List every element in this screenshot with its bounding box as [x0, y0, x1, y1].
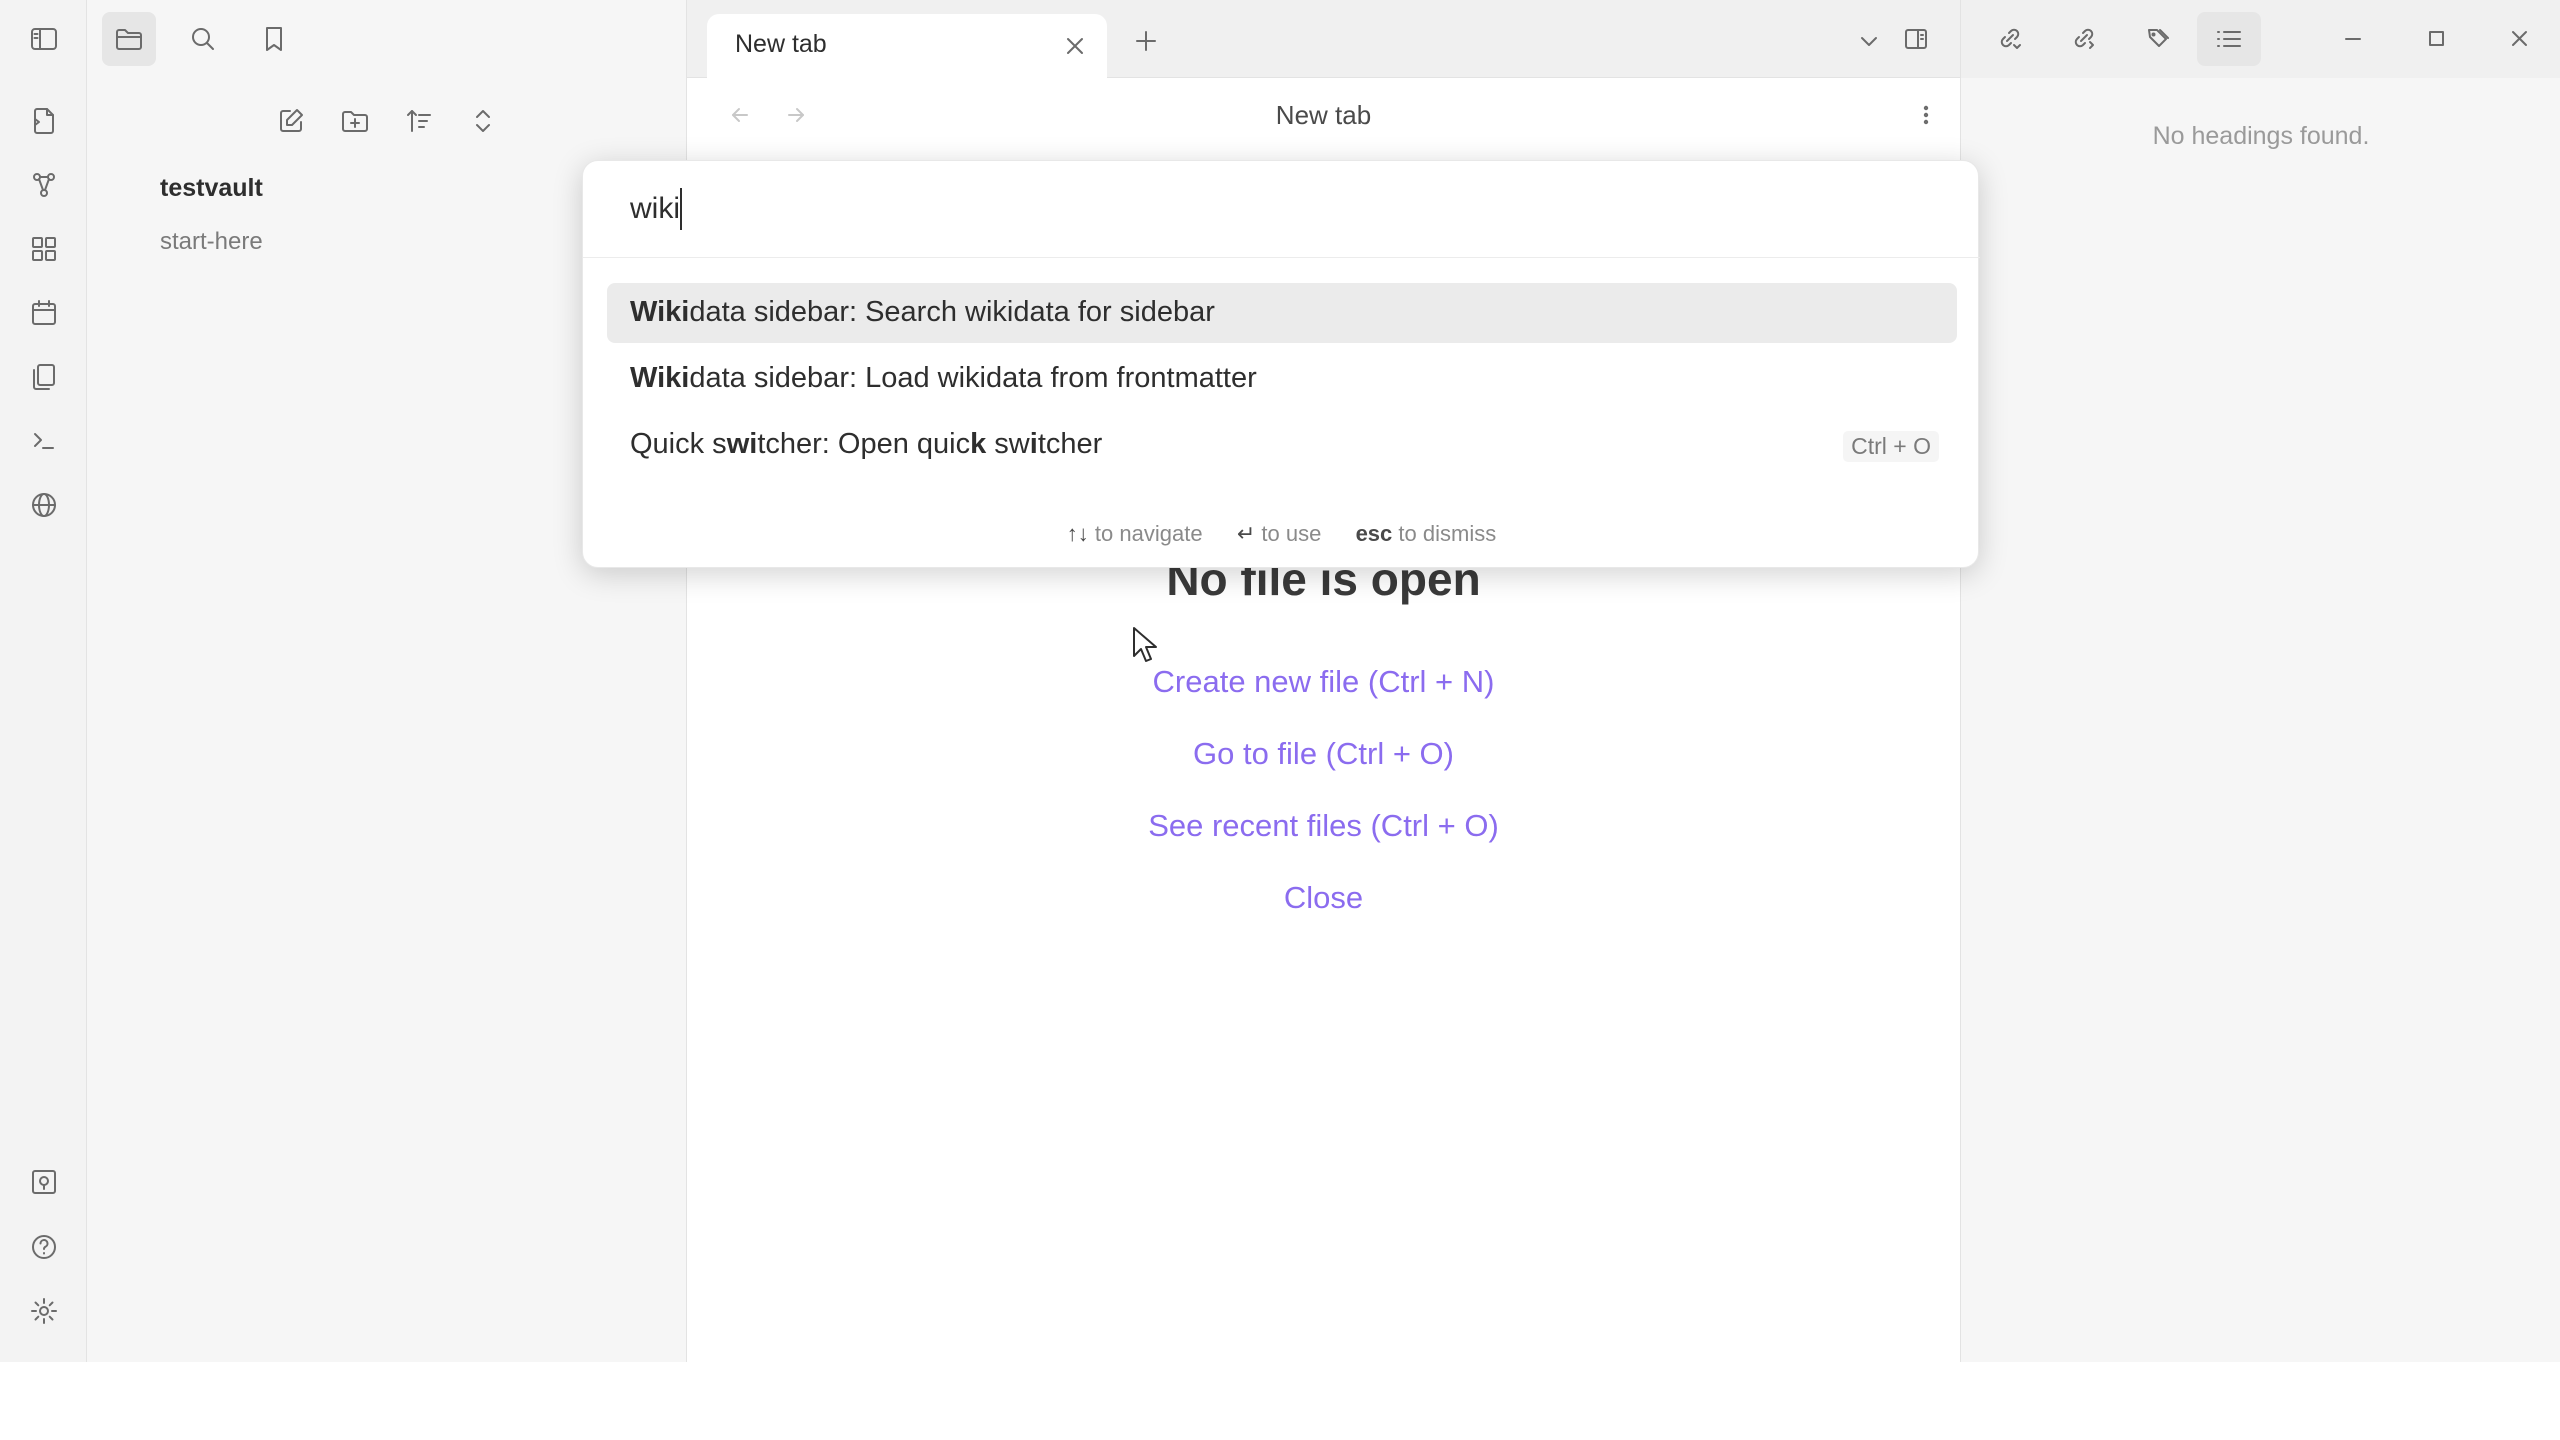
prompt-instructions: ↑↓ to navigate ↵ to use esc to dismiss — [583, 521, 1980, 547]
more-options-icon[interactable] — [1906, 95, 1946, 135]
canvas-icon[interactable] — [17, 222, 71, 276]
suggestion-item[interactable]: Quick switcher: Open quick switcher Ctrl… — [607, 415, 1957, 475]
tab-new-tab[interactable]: New tab — [707, 14, 1107, 78]
use-hint: to use — [1261, 521, 1322, 546]
file-item-start-here[interactable]: start-here — [160, 228, 263, 256]
command-palette-icon[interactable] — [17, 414, 71, 468]
minimize-icon[interactable] — [2333, 18, 2373, 58]
left-ribbon — [0, 0, 87, 1362]
vault-name[interactable]: testvault — [160, 174, 263, 203]
backlinks-icon[interactable] — [1990, 18, 2030, 58]
suggestion-label: Quick switcher: Open quick switcher — [630, 428, 1103, 460]
suggestion-hotkey: Ctrl + O — [1843, 431, 1939, 462]
suggestion-label: Wikidata sidebar: Load wikidata from fro… — [630, 362, 1257, 394]
tags-icon[interactable] — [2138, 18, 2178, 58]
suggestion-item[interactable]: Wikidata sidebar: Search wikidata for si… — [607, 283, 1957, 343]
new-tab-icon[interactable] — [1126, 21, 1166, 61]
dismiss-hint: to dismiss — [1398, 521, 1497, 546]
close-link[interactable]: Close — [687, 880, 1960, 916]
view-header-title: New tab — [1275, 100, 1372, 130]
tab-bar: New tab — [687, 0, 1960, 78]
mouse-pointer-icon — [1133, 627, 1157, 662]
templates-icon[interactable] — [17, 350, 71, 404]
collapse-icon[interactable] — [456, 94, 510, 148]
suggestion-label: Wikidata sidebar: Search wikidata for si… — [630, 296, 1215, 328]
graph-view-icon[interactable] — [17, 158, 71, 212]
command-palette: Wikidata sidebar: Search wikidata for si… — [582, 160, 1980, 568]
see-recent-files-link[interactable]: See recent files (Ctrl + O) — [687, 808, 1960, 844]
command-palette-input[interactable] — [583, 161, 1980, 258]
sidebar-toggle-icon[interactable] — [17, 12, 71, 66]
maximize-icon[interactable] — [2416, 18, 2456, 58]
use-key: ↵ — [1236, 521, 1256, 546]
dismiss-key: esc — [1355, 521, 1393, 546]
obsidian-window: testvault start-here New tab New tab No … — [0, 0, 2560, 1362]
outgoing-links-icon[interactable] — [2064, 18, 2104, 58]
open-quick-switcher-icon[interactable] — [17, 94, 71, 148]
right-sidebar: No headings found. — [1960, 0, 2560, 1362]
tab-title: New tab — [735, 30, 827, 58]
settings-icon[interactable] — [17, 1284, 71, 1338]
help-icon[interactable] — [17, 1220, 71, 1274]
right-sidebar-toggle-icon[interactable] — [1896, 19, 1936, 59]
sort-icon[interactable] — [392, 94, 446, 148]
close-icon[interactable] — [2499, 18, 2539, 58]
go-to-file-link[interactable]: Go to file (Ctrl + O) — [687, 736, 1960, 772]
outline-icon[interactable] — [2197, 12, 2261, 66]
navigate-hint: to navigate — [1094, 521, 1203, 546]
text-caret — [680, 188, 682, 230]
search-icon[interactable] — [176, 12, 230, 66]
new-folder-icon[interactable] — [328, 94, 382, 148]
close-tab-icon[interactable] — [1057, 28, 1093, 64]
create-new-file-link[interactable]: Create new file (Ctrl + N) — [687, 664, 1960, 700]
web-icon[interactable] — [17, 478, 71, 532]
right-sidebar-header — [1961, 0, 2560, 78]
suggestion-item[interactable]: Wikidata sidebar: Load wikidata from fro… — [607, 349, 1957, 409]
files-icon[interactable] — [102, 12, 156, 66]
bookmark-icon[interactable] — [247, 12, 301, 66]
daily-note-icon[interactable] — [17, 286, 71, 340]
vault-switch-icon[interactable] — [17, 1155, 71, 1209]
new-note-icon[interactable] — [264, 94, 318, 148]
chevron-down-icon[interactable] — [1849, 21, 1889, 61]
outline-empty-message: No headings found. — [2152, 122, 2370, 150]
navigate-key: ↑↓ — [1066, 521, 1089, 546]
